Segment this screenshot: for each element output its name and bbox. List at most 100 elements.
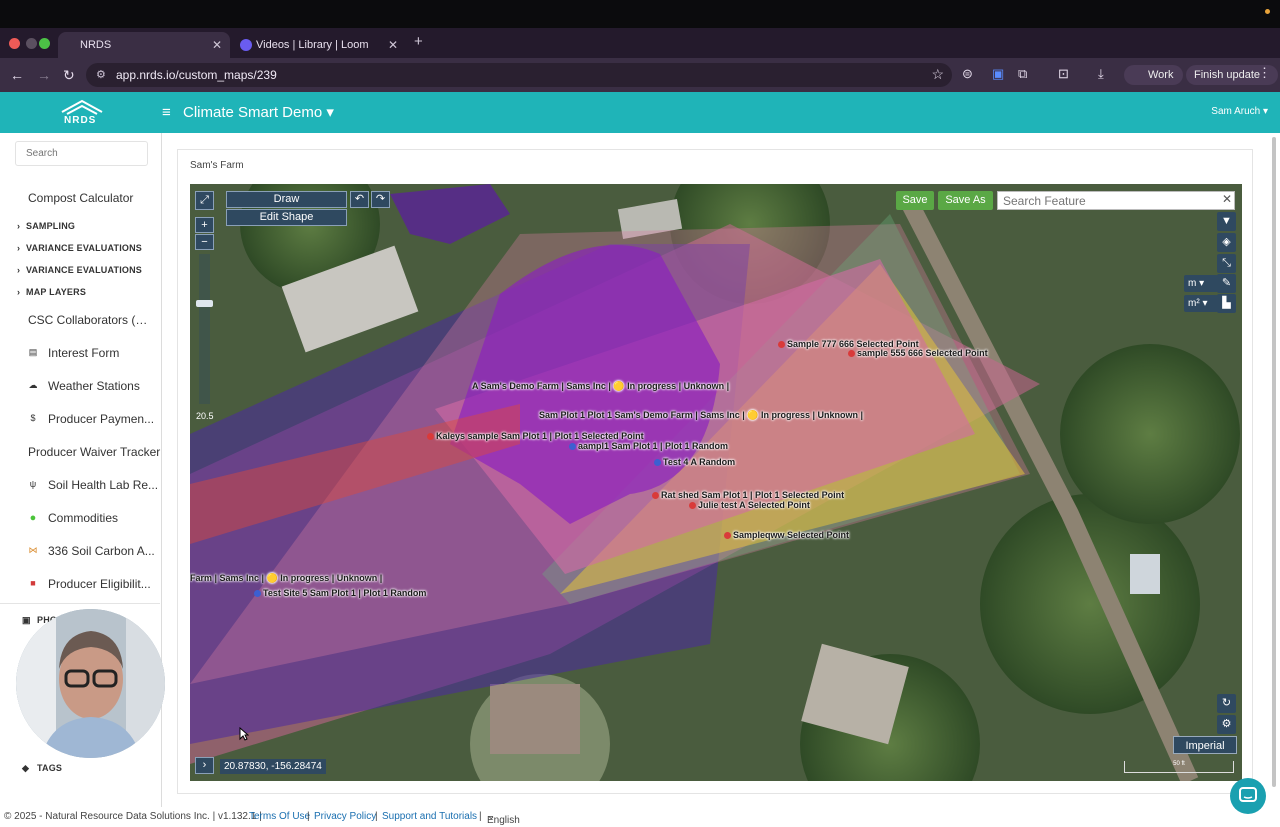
sidebar-item-compost-calculator[interactable]: Compost Calculator: [28, 191, 188, 205]
map-label[interactable]: Farm | Sams Inc | 🟡 In progress | Unknow…: [190, 573, 382, 584]
map-label[interactable]: sample 555 666 Selected Point: [857, 348, 988, 358]
site-info-icon[interactable]: ⚙: [96, 68, 106, 81]
sample-point-marker[interactable]: [724, 532, 731, 539]
webcam-bubble[interactable]: [16, 609, 165, 758]
close-tab-icon[interactable]: ✕: [388, 38, 398, 52]
privacy-link[interactable]: Privacy Policy: [314, 811, 376, 822]
maximize-window-icon[interactable]: [39, 38, 50, 49]
loom-icon: [240, 39, 252, 51]
collapse-icon[interactable]: ⤡: [1217, 254, 1236, 273]
filter-icon[interactable]: ▼: [1217, 212, 1236, 231]
scrollbar-thumb[interactable]: [1272, 137, 1276, 787]
terms-link[interactable]: Terms Of Use: [249, 811, 310, 822]
map-label[interactable]: A Sam's Demo Farm | Sams Inc | 🟡 In prog…: [472, 381, 729, 392]
sidebar-item-csc-collaborators[interactable]: CSC Collaborators (Pe...: [28, 313, 152, 327]
map-label[interactable]: Sam Plot 1 Plot 1 Sam's Demo Farm | Sams…: [539, 410, 863, 421]
plus-icon[interactable]: +: [414, 33, 423, 50]
sidebar-search-input[interactable]: [15, 141, 148, 166]
map-label[interactable]: Rat shed Sam Plot 1 | Plot 1 Selected Po…: [661, 490, 844, 500]
sidebar-item-weather-stations[interactable]: ☁ Weather Stations: [0, 379, 160, 393]
scale-bar: 50 ft: [1124, 761, 1234, 773]
close-tab-icon[interactable]: ✕: [212, 38, 222, 52]
support-link[interactable]: Support and Tutorials: [382, 811, 477, 822]
minimize-window-icon[interactable]: [26, 38, 37, 49]
fullscreen-icon[interactable]: ⤢: [195, 191, 214, 210]
clear-search-icon[interactable]: ✕: [1222, 192, 1232, 206]
sidebar-item-producer-eligibility[interactable]: ■ Producer Eligibilit...: [0, 577, 160, 591]
forward-arrow-icon[interactable]: →: [37, 67, 51, 83]
bookmark-star-icon[interactable]: ☆: [931, 66, 944, 83]
hamburger-menu-icon[interactable]: ≡: [162, 104, 171, 121]
close-window-icon[interactable]: [9, 38, 20, 49]
tab-nrds[interactable]: NRDS ✕: [58, 32, 230, 58]
page-scrollbar[interactable]: [1270, 133, 1278, 788]
copyright-text: © 2025 - Natural Resource Data Solutions…: [4, 811, 262, 822]
undo-icon[interactable]: ↶: [350, 191, 369, 208]
sample-point-marker[interactable]: [689, 502, 696, 509]
map-label[interactable]: Test 4 A Random: [663, 457, 735, 467]
sidebar-item-producer-payments[interactable]: $ Producer Paymen...: [0, 412, 160, 426]
save-button[interactable]: Save: [896, 191, 934, 210]
length-unit-value: m: [1188, 278, 1197, 289]
tab-loom[interactable]: Videos | Library | Loom ✕: [234, 32, 406, 58]
zoom-extension-icon[interactable]: ▣: [992, 66, 1004, 82]
map-label[interactable]: Test Site 5 Sam Plot 1 | Plot 1 Random: [263, 588, 426, 598]
reload-icon[interactable]: ↻: [63, 67, 75, 84]
zoom-slider-track[interactable]: [199, 254, 210, 404]
chat-support-button[interactable]: [1230, 778, 1266, 814]
random-point-marker[interactable]: [254, 590, 261, 597]
sample-point-marker[interactable]: [652, 492, 659, 499]
zoom-slider-thumb[interactable]: [196, 300, 213, 307]
sample-point-marker[interactable]: [778, 341, 785, 348]
card-title: Sam's Farm: [190, 160, 244, 171]
sidebar-item-producer-waiver-tracker[interactable]: Producer Waiver Tracker: [28, 445, 188, 459]
download-icon[interactable]: ⤓: [1098, 66, 1104, 82]
area-unit-value: m²: [1188, 298, 1200, 309]
map-label[interactable]: Sampleqww Selected Point: [733, 530, 849, 540]
sidebar-item-commodities[interactable]: ● Commodities: [0, 511, 160, 525]
random-point-marker[interactable]: [569, 443, 576, 450]
language-select[interactable]: English ⌄: [487, 811, 520, 826]
map-label[interactable]: aampl1 Sam Plot 1 | Plot 1 Random: [578, 441, 728, 451]
sidebar-item-336-soil-carbon[interactable]: ⋈ 336 Soil Carbon A...: [0, 544, 160, 558]
extension-icon[interactable]: ⊜: [962, 66, 973, 82]
zoom-in-button[interactable]: +: [195, 217, 214, 233]
sidebar-item-interest-form[interactable]: ▤ Interest Form: [0, 346, 160, 360]
area-unit-select[interactable]: m² ▾: [1184, 295, 1218, 312]
draw-button[interactable]: Draw: [226, 191, 347, 208]
refresh-icon[interactable]: ↻: [1217, 694, 1236, 713]
zoom-out-button[interactable]: −: [195, 234, 214, 250]
nrds-logo[interactable]: NRDS: [58, 98, 106, 128]
tab-search-icon[interactable]: ⊡: [1058, 66, 1069, 82]
camera-icon: ▣: [22, 615, 31, 625]
redo-icon[interactable]: ↷: [371, 191, 390, 208]
sidebar-item-soil-health-lab[interactable]: ψ Soil Health Lab Re...: [0, 478, 160, 492]
puzzle-icon[interactable]: ⧉: [1018, 66, 1027, 82]
map-label[interactable]: Kaleys sample Sam Plot 1 | Plot 1 Select…: [436, 431, 644, 441]
sample-point-marker[interactable]: [427, 433, 434, 440]
layers-icon[interactable]: ◈: [1217, 233, 1236, 252]
edit-shape-button[interactable]: Edit Shape: [226, 209, 347, 226]
sample-point-marker[interactable]: [848, 350, 855, 357]
area-measure-icon[interactable]: ▙: [1217, 294, 1236, 313]
map-canvas[interactable]: Sample 777 666 Selected Point sample 555…: [190, 184, 1242, 781]
logo-text: NRDS: [64, 115, 97, 126]
ruler-icon[interactable]: ✎: [1217, 274, 1236, 293]
app-title-dropdown[interactable]: Climate Smart Demo ▾: [183, 103, 334, 121]
feature-search-input[interactable]: [997, 191, 1235, 210]
settings-gear-icon[interactable]: ⚙: [1217, 715, 1236, 734]
user-menu[interactable]: Sam Aruch ▾: [1211, 106, 1268, 117]
map-label[interactable]: Julie test A Selected Point: [698, 500, 810, 510]
chevron-right-icon: ›: [17, 243, 21, 253]
mouse-cursor-icon: [239, 727, 249, 741]
address-bar[interactable]: ⚙ app.nrds.io/custom_maps/239 ☆: [86, 63, 952, 87]
section-label: VARIANCE EVALUATIONS: [26, 265, 143, 275]
back-arrow-icon[interactable]: ←: [10, 67, 24, 83]
length-unit-select[interactable]: m ▾: [1184, 275, 1218, 292]
random-point-marker[interactable]: [654, 459, 661, 466]
save-as-button[interactable]: Save As: [938, 191, 993, 210]
kebab-menu-icon[interactable]: ⋮: [1258, 65, 1271, 81]
expand-panel-icon[interactable]: ›: [195, 757, 214, 774]
profile-button[interactable]: Work: [1124, 65, 1184, 85]
unit-system-toggle[interactable]: Imperial: [1173, 736, 1237, 754]
